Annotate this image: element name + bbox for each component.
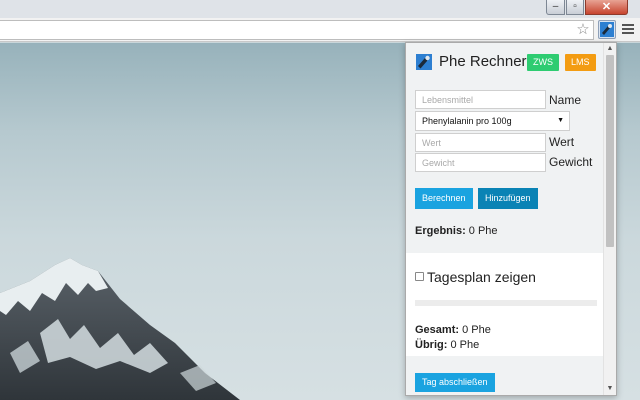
uebrig-value: 0 Phe [450, 339, 480, 351]
wert-input[interactable] [415, 133, 546, 152]
lms-badge[interactable]: LMS [565, 54, 596, 71]
gewicht-input[interactable] [415, 153, 546, 172]
close-window-button[interactable]: ✕ [585, 0, 628, 15]
scrollbar-thumb[interactable] [606, 55, 614, 247]
star-icon[interactable]: ☆ [575, 21, 591, 39]
dropdown-caret-icon: ▼ [557, 117, 564, 124]
tag-abschliessen-button[interactable]: Tag abschließen [415, 373, 495, 392]
extension-button[interactable] [598, 20, 616, 39]
unit-select-value: Phenylalanin pro 100g [422, 116, 512, 126]
minimize-button[interactable]: – [546, 0, 565, 15]
gewicht-label: Gewicht [549, 155, 593, 169]
browser-title-bar: – ▫ ✕ [0, 0, 640, 18]
close-icon: ✕ [601, 1, 612, 13]
tagesplan-panel: Tagesplan zeigen Gesamt: 0 Phe Übrig: 0 … [406, 253, 604, 356]
phe-rechner-logo-icon [416, 54, 432, 70]
unit-select[interactable]: Phenylalanin pro 100g ▼ [415, 111, 570, 131]
tagesplan-label[interactable]: Tagesplan zeigen [427, 268, 536, 286]
result-label: Ergebnis: [415, 225, 466, 237]
hinzufuegen-button[interactable]: Hinzufügen [478, 188, 538, 209]
uebrig-line: Übrig: 0 Phe [415, 339, 479, 351]
phe-rechner-popup: Phe Rechner ZWS LMS Name Phenylalanin pr… [405, 42, 617, 396]
minimize-icon: – [552, 1, 559, 12]
popup-title: Phe Rechner [439, 53, 527, 70]
browser-toolbar: ☆ [0, 18, 640, 42]
daily-progress-bar [415, 300, 597, 306]
tagesplan-checkbox[interactable] [415, 272, 424, 281]
wert-label: Wert [549, 135, 575, 149]
name-label: Name [549, 93, 582, 107]
zws-badge[interactable]: ZWS [527, 54, 559, 71]
scroll-down-icon[interactable]: ▼ [604, 384, 616, 394]
lebensmittel-input[interactable] [415, 90, 546, 109]
gesamt-line: Gesamt: 0 Phe [415, 324, 491, 336]
popup-header: Phe Rechner ZWS LMS [416, 53, 606, 73]
berechnen-button[interactable]: Berechnen [415, 188, 473, 209]
scroll-up-icon[interactable]: ▲ [604, 44, 616, 54]
hamburger-menu-icon[interactable] [621, 22, 635, 36]
address-bar[interactable]: ☆ [0, 20, 594, 40]
maximize-button[interactable]: ▫ [566, 0, 584, 15]
result-value: 0 Phe [468, 225, 498, 237]
maximize-icon: ▫ [573, 1, 577, 12]
phe-rechner-icon [600, 22, 614, 37]
mountain-image [0, 258, 240, 400]
gesamt-value: 0 Phe [462, 324, 491, 336]
uebrig-label: Übrig: [415, 339, 448, 351]
gesamt-label: Gesamt: [415, 324, 460, 336]
result-line: Ergebnis: 0 Phe [415, 225, 498, 237]
popup-scrollbar[interactable]: ▲ ▼ [603, 43, 616, 395]
